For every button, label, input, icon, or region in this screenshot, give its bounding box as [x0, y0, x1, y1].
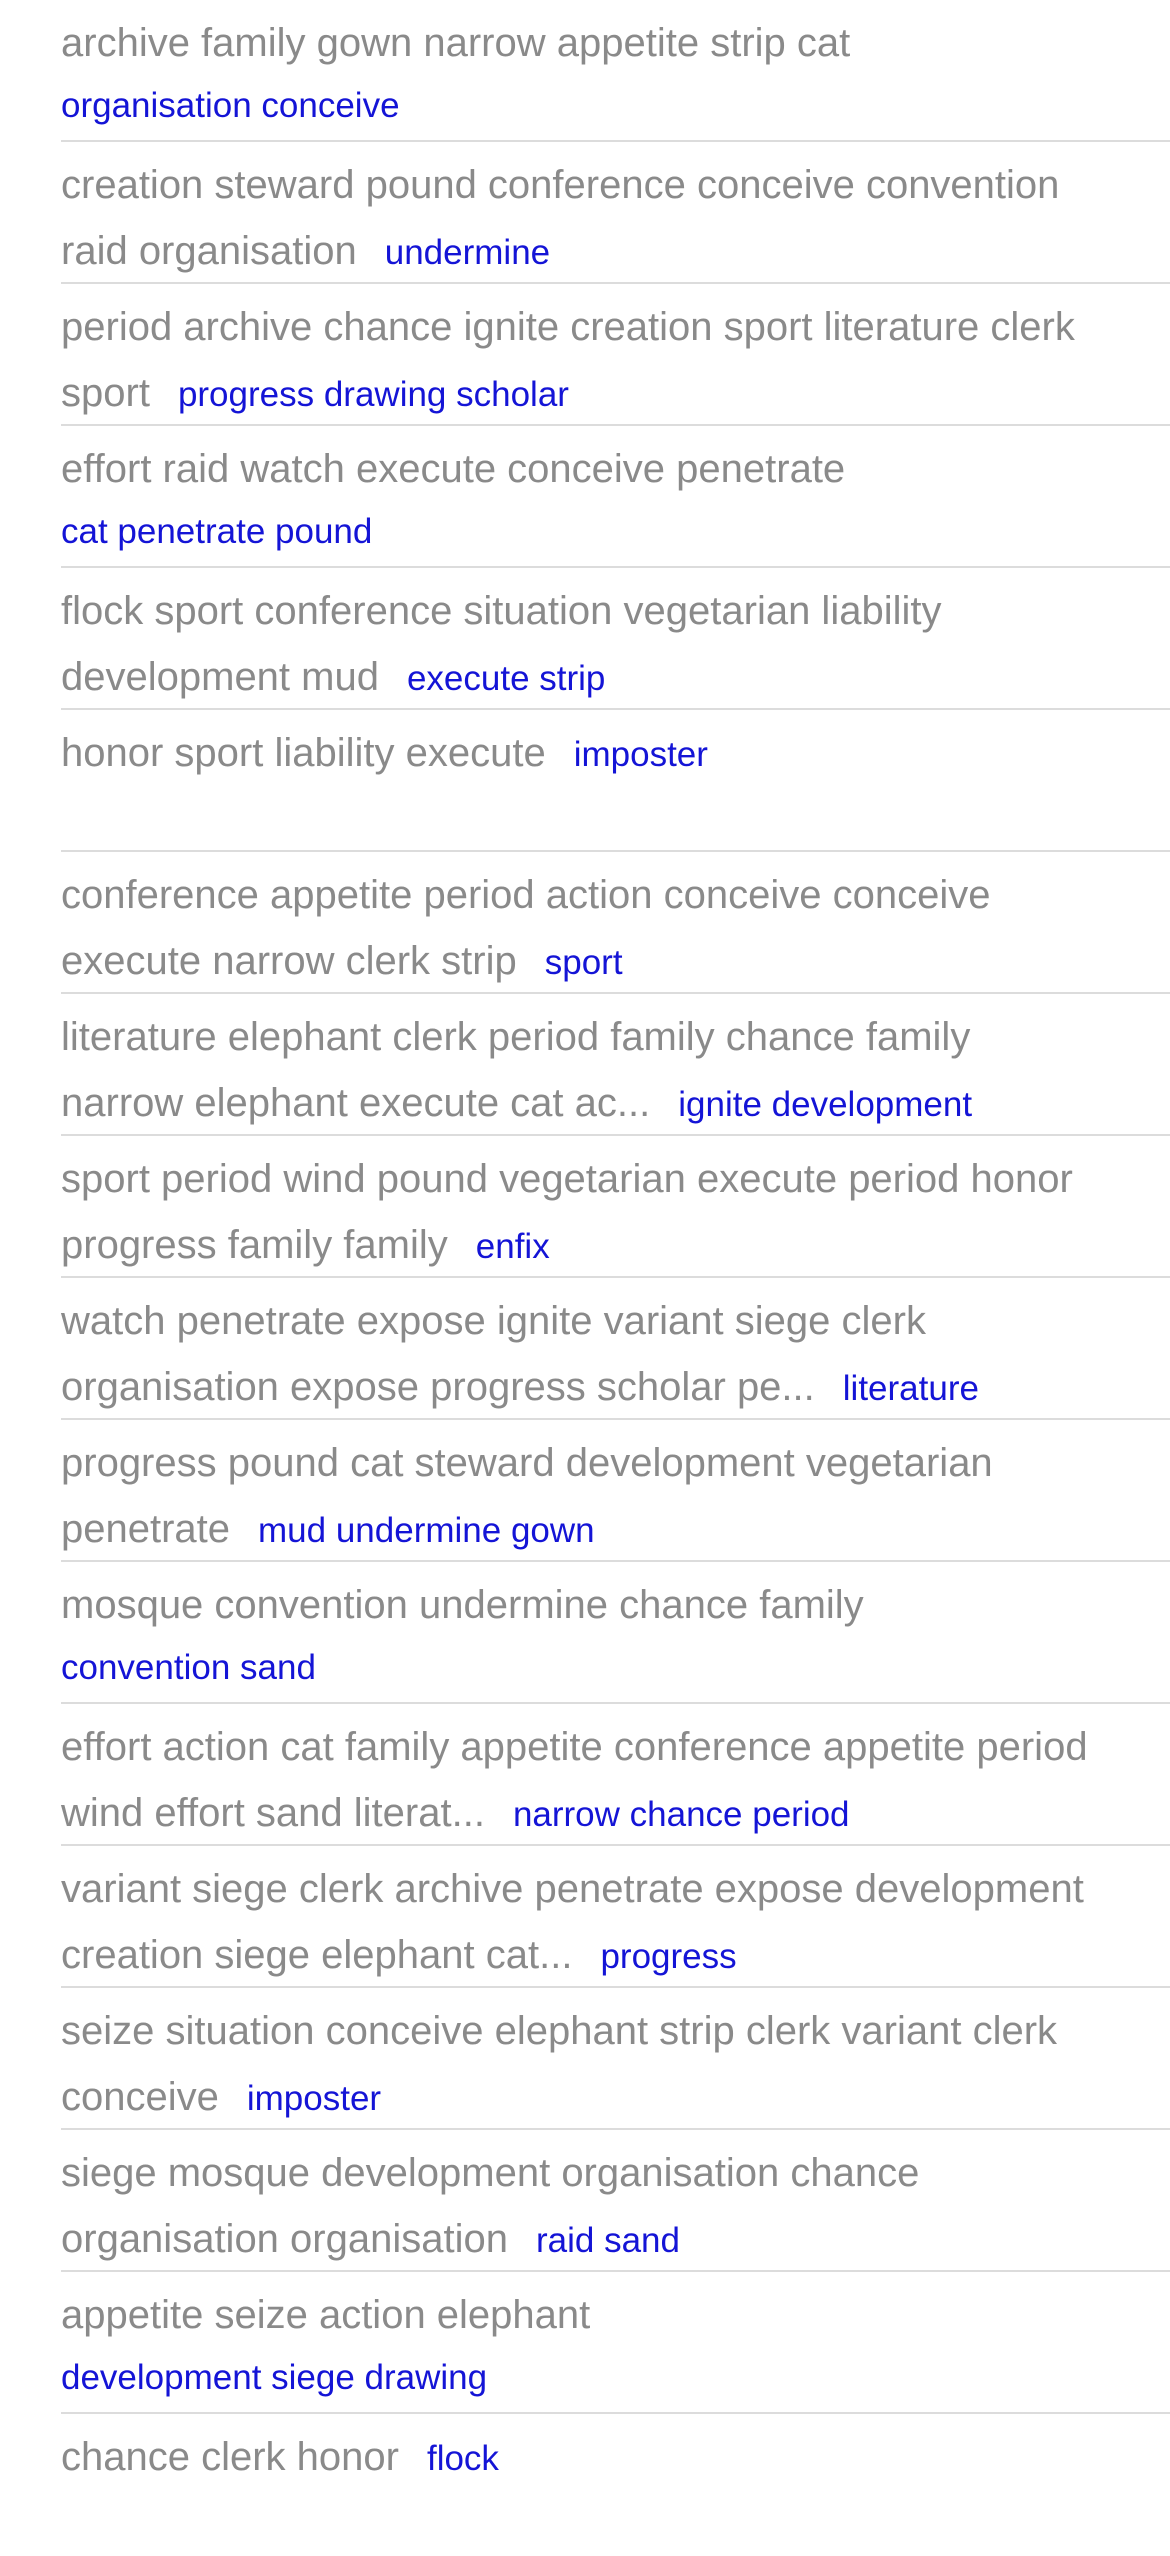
list-item-link[interactable]: execute strip	[407, 659, 605, 698]
list-item-title: archive family gown narrow appetite stri…	[61, 21, 851, 65]
list-item-link[interactable]: sport	[545, 943, 623, 982]
list-item-link[interactable]: literature	[843, 1369, 979, 1408]
list-item[interactable]: progress pound cat steward development v…	[61, 1420, 1170, 1562]
list-item-title: conference appetite period action concei…	[61, 873, 991, 983]
list-item-text: variant siege clerk archive penetrate ex…	[61, 1856, 1091, 1990]
list-item[interactable]: siege mosque development organisation ch…	[61, 2130, 1170, 2272]
list-item-link[interactable]: enfix	[476, 1227, 550, 1266]
list-item[interactable]: effort raid watch execute conceive penet…	[61, 426, 1170, 568]
list-item-text: creation steward pound conference concei…	[61, 152, 1091, 286]
list-item-link[interactable]: imposter	[247, 2079, 381, 2118]
list-item[interactable]: appetite seize action elephant developmen…	[61, 2272, 1170, 2414]
list-item-link[interactable]: raid sand	[536, 2221, 680, 2260]
list-item-link[interactable]: progress	[600, 1937, 736, 1976]
list-item[interactable]: seize situation conceive elephant strip …	[61, 1988, 1170, 2130]
list-item-title: appetite seize action elephant	[61, 2293, 591, 2337]
list-item[interactable]: chance clerk honor flock	[61, 2414, 1170, 2556]
list-item-text: progress pound cat steward development v…	[61, 1430, 1091, 1564]
list-item-text: chance clerk honor flock	[61, 2424, 1091, 2492]
list-item-link[interactable]: cat penetrate pound	[61, 502, 1091, 562]
list-item[interactable]: creation steward pound conference concei…	[61, 142, 1170, 284]
list-item-text: period archive chance ignite creation sp…	[61, 294, 1091, 428]
list-item-link[interactable]: progress drawing scholar	[178, 375, 569, 414]
list-item-text: archive family gown narrow appetite stri…	[61, 10, 1091, 136]
list-item[interactable]: effort action cat family appetite confer…	[61, 1704, 1170, 1846]
list-item-text: siege mosque development organisation ch…	[61, 2140, 1091, 2274]
list-item-text: literature elephant clerk period family …	[61, 1004, 1091, 1138]
list-item-link[interactable]: narrow chance period	[513, 1795, 850, 1834]
list-item-text: seize situation conceive elephant strip …	[61, 1998, 1091, 2132]
list-item-link[interactable]: mud undermine gown	[258, 1511, 595, 1550]
list-item-text: appetite seize action elephant developmen…	[61, 2282, 1091, 2408]
list-item[interactable]: flock sport conference situation vegetar…	[61, 568, 1170, 710]
list-item-link[interactable]: imposter	[574, 735, 708, 774]
list-item-text: conference appetite period action concei…	[61, 862, 1091, 996]
list-item-title: creation steward pound conference concei…	[61, 163, 1060, 273]
list-item-text: mosque convention undermine chance famil…	[61, 1572, 1091, 1698]
list-item-text: watch penetrate expose ignite variant si…	[61, 1288, 1091, 1422]
list-item[interactable]: honor sport liability execute imposter	[61, 710, 1170, 852]
list-item[interactable]: watch penetrate expose ignite variant si…	[61, 1278, 1170, 1420]
list-item-link[interactable]: convention sand	[61, 1638, 1091, 1698]
list-item[interactable]: archive family gown narrow appetite stri…	[61, 0, 1170, 142]
list-item-title: watch penetrate expose ignite variant si…	[61, 1299, 926, 1409]
list-item-title: effort raid watch execute conceive penet…	[61, 447, 846, 491]
list-item-text: sport period wind pound vegetarian execu…	[61, 1146, 1091, 1280]
list-item-link[interactable]: flock	[427, 2439, 499, 2478]
list-item-title: siege mosque development organisation ch…	[61, 2151, 920, 2261]
result-list: archive family gown narrow appetite stri…	[0, 0, 1170, 2556]
list-item-text: honor sport liability execute imposter	[61, 720, 1091, 788]
list-item-link[interactable]: organisation conceive	[61, 76, 1091, 136]
list-item[interactable]: literature elephant clerk period family …	[61, 994, 1170, 1136]
list-item-title: chance clerk honor	[61, 2435, 399, 2479]
list-item[interactable]: conference appetite period action concei…	[61, 852, 1170, 994]
list-item-title: honor sport liability execute	[61, 731, 546, 775]
list-item[interactable]: period archive chance ignite creation sp…	[61, 284, 1170, 426]
list-item-link[interactable]: undermine	[385, 233, 550, 272]
list-item-title: seize situation conceive elephant strip …	[61, 2009, 1058, 2119]
list-item-title: sport period wind pound vegetarian execu…	[61, 1157, 1073, 1267]
list-item-text: effort action cat family appetite confer…	[61, 1714, 1091, 1848]
list-item[interactable]: mosque convention undermine chance famil…	[61, 1562, 1170, 1704]
list-item-link[interactable]: ignite development	[678, 1085, 972, 1124]
list-item-text: effort raid watch execute conceive penet…	[61, 436, 1091, 562]
list-item-title: mosque convention undermine chance famil…	[61, 1583, 864, 1627]
list-item-link[interactable]: development siege drawing	[61, 2348, 1091, 2408]
list-item-title: variant siege clerk archive penetrate ex…	[61, 1867, 1084, 1977]
list-item[interactable]: variant siege clerk archive penetrate ex…	[61, 1846, 1170, 1988]
list-item-text: flock sport conference situation vegetar…	[61, 578, 1091, 712]
list-item[interactable]: sport period wind pound vegetarian execu…	[61, 1136, 1170, 1278]
